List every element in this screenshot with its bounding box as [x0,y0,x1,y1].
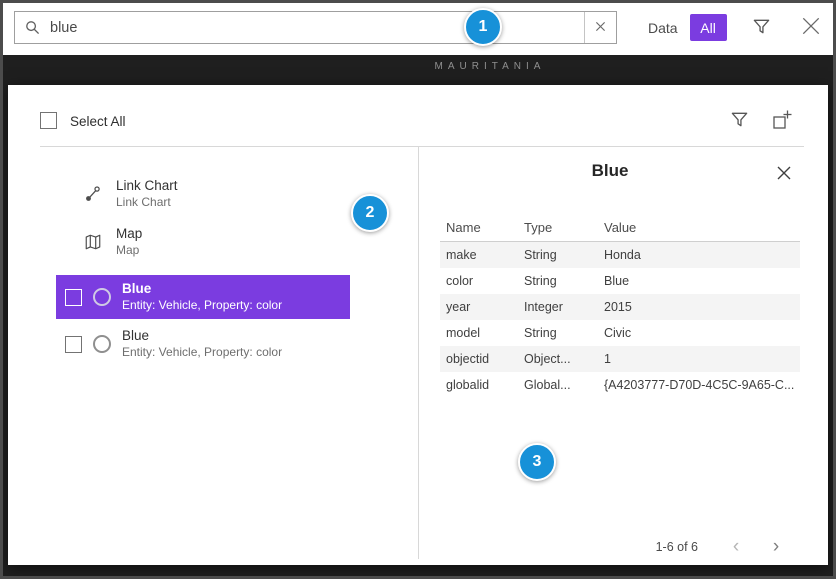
cell-type: Integer [518,300,598,314]
cell-name: globalid [440,378,518,392]
entity-icon [93,288,111,306]
result-checkbox[interactable] [65,289,82,306]
cell-type: String [518,326,598,340]
result-item-blue-selected[interactable]: Blue Entity: Vehicle, Property: color [56,275,350,319]
table-row: model String Civic [440,320,800,346]
cell-type: String [518,274,598,288]
result-subtitle: Entity: Vehicle, Property: color [122,298,282,313]
scope-all-option[interactable]: All [690,14,727,41]
cell-name: year [440,300,518,314]
cell-name: make [440,248,518,262]
clear-icon [595,20,606,35]
results-filter-icon[interactable] [730,110,749,134]
pagination-next-icon[interactable]: › [762,535,790,559]
detail-title: Blue [440,161,780,181]
detail-close-icon[interactable] [776,165,792,186]
result-item-map[interactable]: Map Map [84,226,142,258]
panel-divider [40,146,804,147]
cell-name: color [440,274,518,288]
result-subtitle: Map [116,243,142,258]
search-overlay-window: Data All MAURITANIA 1 2 3 Select All [0,0,836,579]
map-country-label: MAURITANIA [405,61,575,72]
table-row: make String Honda [440,242,800,268]
cell-name: objectid [440,352,518,366]
result-item-link-chart[interactable]: Link Chart Link Chart [84,178,178,210]
result-subtitle: Link Chart [116,195,178,210]
close-icon[interactable] [800,15,822,42]
search-toolbar: Data All [0,0,836,55]
table-row: globalid Global... {A4203777-D70D-4C5C-9… [440,372,800,398]
cell-value: Blue [598,274,800,288]
search-results-panel: Select All Link Chart Link Chart Map M [8,85,828,565]
pagination-prev-icon[interactable]: ‹ [722,535,750,559]
cell-value: Honda [598,248,800,262]
clear-search-button[interactable] [584,12,616,43]
result-checkbox[interactable] [65,336,82,353]
table-header-row: Name Type Value [440,213,800,242]
cell-value: Civic [598,326,800,340]
filter-icon[interactable] [752,17,771,41]
result-title: Link Chart [116,178,178,194]
select-all-label: Select All [70,114,126,129]
callout-badge-3: 3 [518,443,556,481]
callout-badge-1: 1 [464,8,502,46]
entity-icon [93,335,111,353]
cell-value: {A4203777-D70D-4C5C-9A65-C... [598,378,800,392]
result-title: Blue [122,328,282,344]
cell-type: Object... [518,352,598,366]
link-chart-icon [84,185,102,203]
column-header-value: Value [598,220,800,235]
cell-value: 2015 [598,300,800,314]
pagination: 1-6 of 6 ‹ › [440,533,800,561]
search-box [14,11,617,44]
result-title: Blue [122,281,282,297]
detail-divider [418,147,419,559]
cell-name: model [440,326,518,340]
cell-type: Global... [518,378,598,392]
cell-value: 1 [598,352,800,366]
search-input[interactable] [48,11,584,44]
callout-badge-2: 2 [351,194,389,232]
column-header-type: Type [518,220,598,235]
scope-toggle: Data All [638,14,727,41]
result-item-blue[interactable]: Blue Entity: Vehicle, Property: color [56,328,282,360]
result-subtitle: Entity: Vehicle, Property: color [122,345,282,360]
scope-data-option[interactable]: Data [638,20,690,36]
table-row: color String Blue [440,268,800,294]
table-row: objectid Object... 1 [440,346,800,372]
search-icon [15,20,48,35]
add-to-link-chart-icon[interactable] [772,110,792,135]
table-row: year Integer 2015 [440,294,800,320]
select-all-checkbox[interactable] [40,112,57,129]
cell-type: String [518,248,598,262]
column-header-name: Name [440,220,518,235]
map-icon [84,233,102,251]
result-title: Map [116,226,142,242]
attribute-table: Name Type Value make String Honda color … [440,213,800,398]
pagination-label: 1-6 of 6 [656,540,698,554]
